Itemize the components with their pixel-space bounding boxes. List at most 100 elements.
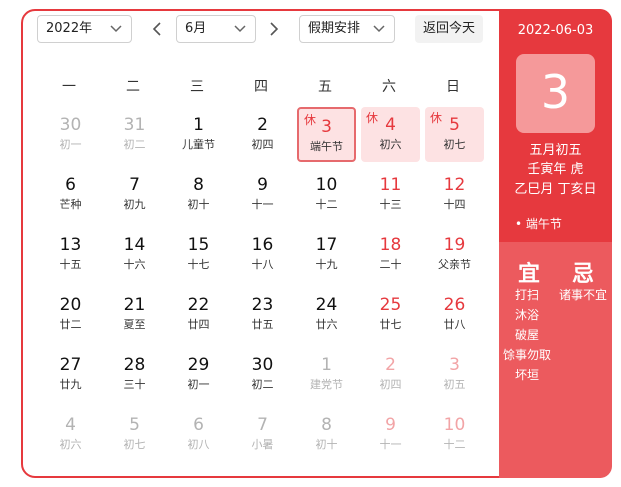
lunar-label: 十四 [443,198,466,211]
day-cell[interactable]: 27 廿九 [41,347,100,402]
day-cell[interactable]: 3 初五 [425,347,484,402]
lunar-label: 廿九 [59,378,82,391]
day-number: 8 [321,415,332,435]
day-cell[interactable]: 7 小暑 [233,407,292,462]
day-cell[interactable]: 6 初八 [169,407,228,462]
lunar-date: 五月初五 [529,143,582,158]
day-number: 17 [315,235,338,255]
lunar-label: 初七 [123,438,146,451]
day-number: 19 [443,235,466,255]
day-number: 26 [443,295,466,315]
day-cell[interactable]: 29 初一 [169,347,228,402]
day-number: 12 [443,175,466,195]
day-number: 4 [65,415,76,435]
lunar-label: 初七 [443,138,466,151]
day-number: 28 [123,355,146,375]
lunar-label: 廿六 [315,318,338,331]
lunar-label: 十一 [379,438,402,451]
weekday-label: 一 [62,79,76,95]
day-number: 7 [257,415,268,435]
day-cell[interactable]: 10 十二 [297,167,356,222]
day-cell[interactable]: 休 5 初七 [425,107,484,162]
day-number: 6 [193,415,204,435]
day-cell[interactable]: 22 廿四 [169,287,228,342]
day-number: 11 [379,175,402,195]
day-cell[interactable]: 31 初二 [105,107,164,162]
day-cell[interactable]: 21 夏至 [105,287,164,342]
day-number: 7 [129,175,140,195]
day-cell[interactable]: 19 父亲节 [425,227,484,282]
day-number: 13 [59,235,82,255]
back-to-today-button[interactable]: 返回今天 [415,15,483,43]
day-cell[interactable]: 6 芒种 [41,167,100,222]
day-cell[interactable]: 12 十四 [425,167,484,222]
day-cell[interactable]: 2 初四 [361,347,420,402]
month-select[interactable]: 6月 [176,15,256,43]
year-select[interactable]: 2022年 [37,15,132,43]
day-cell[interactable]: 1 建党节 [297,347,356,402]
holiday-select-value: 假期安排 [308,21,361,36]
day-cell[interactable]: 26 廿八 [425,287,484,342]
day-cell[interactable]: 25 廿七 [361,287,420,342]
holiday-select[interactable]: 假期安排 [299,15,395,43]
day-cell[interactable]: 23 廿五 [233,287,292,342]
day-number: 23 [251,295,274,315]
day-cell[interactable]: 1 儿童节 [169,107,228,162]
day-cell[interactable]: 16 十八 [233,227,292,282]
chevron-down-icon [373,25,385,33]
day-cell[interactable]: 2 初四 [233,107,292,162]
day-cell[interactable]: 休 3 端午节 [297,107,356,162]
day-cell[interactable]: 5 初七 [105,407,164,462]
yi-item: 沐浴 [514,308,539,322]
weekday-label: 六 [382,79,396,95]
day-number: 6 [65,175,76,195]
day-cell[interactable]: 15 十七 [169,227,228,282]
day-number: 31 [123,115,146,135]
day-cell[interactable]: 11 十三 [361,167,420,222]
day-cell[interactable]: 30 初二 [233,347,292,402]
weekday-label: 日 [446,79,460,95]
lunar-label: 初六 [379,138,402,151]
day-cell[interactable]: 30 初一 [41,107,100,162]
day-cell[interactable]: 13 十五 [41,227,100,282]
day-cell[interactable]: 17 十九 [297,227,356,282]
selected-date: 2022-06-03 [517,23,594,38]
yi-item: 坏垣 [514,368,539,382]
lunar-label: 初十 [187,198,210,211]
next-month-icon[interactable] [264,15,284,43]
lunar-label: 三十 [123,378,146,391]
day-cell[interactable]: 28 三十 [105,347,164,402]
day-cell[interactable]: 7 初九 [105,167,164,222]
ji-item: 诸事不宜 [558,288,607,302]
day-number: 29 [187,355,210,375]
lunar-label: 初八 [187,438,210,451]
day-cell[interactable]: 9 十一 [361,407,420,462]
day-cell[interactable]: 8 初十 [297,407,356,462]
day-number: 10 [315,175,338,195]
day-number: 2 [385,355,396,375]
day-number: 2 [257,115,268,135]
day-number: 9 [385,415,396,435]
yi-item: 馀事勿取 [502,348,551,362]
day-cell[interactable]: 14 十六 [105,227,164,282]
day-number: 20 [59,295,82,315]
day-box: 3 [516,54,595,133]
day-cell[interactable]: 10 十二 [425,407,484,462]
day-cell[interactable]: 9 十一 [233,167,292,222]
day-cell[interactable]: 休 4 初六 [361,107,420,162]
year-ganzhi: 壬寅年 虎 [527,162,584,177]
prev-month-icon[interactable] [147,15,167,43]
lunar-label: 十八 [251,258,274,271]
day-cell[interactable]: 8 初十 [169,167,228,222]
lunar-label: 廿二 [59,318,82,331]
lunar-label: 二十 [379,258,402,271]
day-number: 16 [251,235,274,255]
day-cell[interactable]: 24 廿六 [297,287,356,342]
yi-item: 打扫 [514,288,539,302]
weekday-label: 四 [254,79,268,95]
day-cell[interactable]: 4 初六 [41,407,100,462]
lunar-label: 初六 [59,438,82,451]
day-cell[interactable]: 18 二十 [361,227,420,282]
lunar-label: 夏至 [123,318,146,331]
day-cell[interactable]: 20 廿二 [41,287,100,342]
